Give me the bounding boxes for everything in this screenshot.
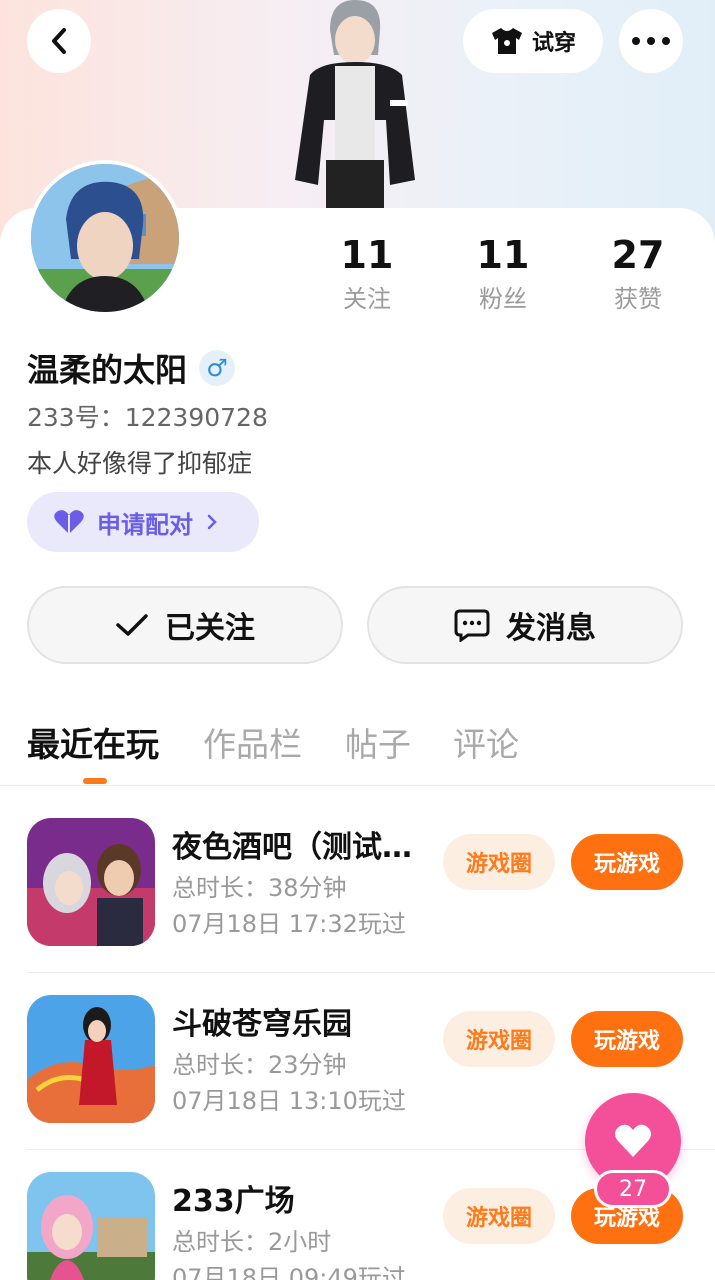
heart-icon [614,1124,652,1157]
stat-likes-count: 27 [611,233,665,277]
stat-followers-label: 粉丝 [479,285,527,313]
send-message-label: 发消息 [506,611,596,646]
game-title: 斗破苍穹乐园 [172,1007,352,1042]
game-icon[interactable] [27,1172,155,1280]
profile-stats: 11 关注 11 粉丝 27 获赞 [0,235,715,315]
game-title: 夜色酒吧（测试服） [172,830,432,865]
game-circle-button[interactable]: 游戏圈 [443,834,555,890]
tab-comments[interactable]: 评论 [453,718,519,766]
game-last-played: 07月18日 09:49玩过 [172,1264,406,1280]
gender-male-icon: ♂ [199,350,236,386]
play-game-button[interactable]: 玩游戏 [571,834,683,890]
stat-followers-count: 11 [476,233,530,277]
game-last-played: 07月18日 13:10玩过 [172,1087,406,1115]
game-circle-button[interactable]: 游戏圈 [443,1188,555,1244]
user-bio: 本人好像得了抑郁症 [27,449,253,478]
stat-likes[interactable]: 27 获赞 [583,235,693,314]
game-icon[interactable] [27,818,155,946]
chevron-right-icon [207,514,217,530]
try-on-button[interactable]: 试穿 [463,9,603,73]
game-duration: 总时长：38分钟 [172,874,347,902]
try-on-label: 试穿 [531,31,576,56]
tab-posts[interactable]: 帖子 [345,718,411,766]
game-list-item[interactable]: 夜色酒吧（测试服） 总时长：38分钟 07月18日 17:32玩过 游戏圈 玩游… [0,796,715,973]
stat-followers[interactable]: 11 粉丝 [448,235,558,314]
followed-button[interactable]: 已关注 [27,586,343,664]
game-icon[interactable] [27,995,155,1123]
tshirt-icon [491,28,522,54]
more-button[interactable] [619,9,683,73]
followed-label: 已关注 [165,611,255,646]
game-circle-button[interactable]: 游戏圈 [443,1011,555,1067]
tab-indicator [83,778,107,784]
stat-following[interactable]: 11 关注 [312,235,422,314]
profile-tabs: 最近在玩 作品栏 帖子 评论 [0,716,715,786]
apply-pair-button[interactable]: 申请配对 [27,492,259,552]
apply-pair-label: 申请配对 [97,510,193,539]
user-id: 233号：122390728 [27,403,268,432]
chevron-left-icon [52,28,66,54]
more-dots-icon [632,37,670,45]
tab-recent-playing[interactable]: 最近在玩 [27,718,159,766]
stat-following-count: 11 [340,233,394,277]
heart-icon [54,510,84,534]
game-duration: 总时长：23分钟 [172,1051,347,1079]
check-icon [116,614,148,636]
game-title: 233广场 [172,1184,295,1219]
send-message-button[interactable]: 发消息 [367,586,683,664]
like-count-badge: 27 [594,1170,672,1208]
play-game-button[interactable]: 玩游戏 [571,1011,683,1067]
back-button[interactable] [27,9,91,73]
character-figure [295,0,415,215]
game-last-played: 07月18日 17:32玩过 [172,910,406,938]
stat-following-label: 关注 [343,285,391,313]
game-duration: 总时长：2小时 [172,1228,332,1256]
gender-symbol: ♂ [206,354,228,382]
message-icon [454,609,490,642]
username: 温柔的太阳 [27,351,188,389]
stat-likes-label: 获赞 [614,285,662,313]
tab-works[interactable]: 作品栏 [203,718,302,766]
name-row: 温柔的太阳 ♂ [27,345,236,391]
